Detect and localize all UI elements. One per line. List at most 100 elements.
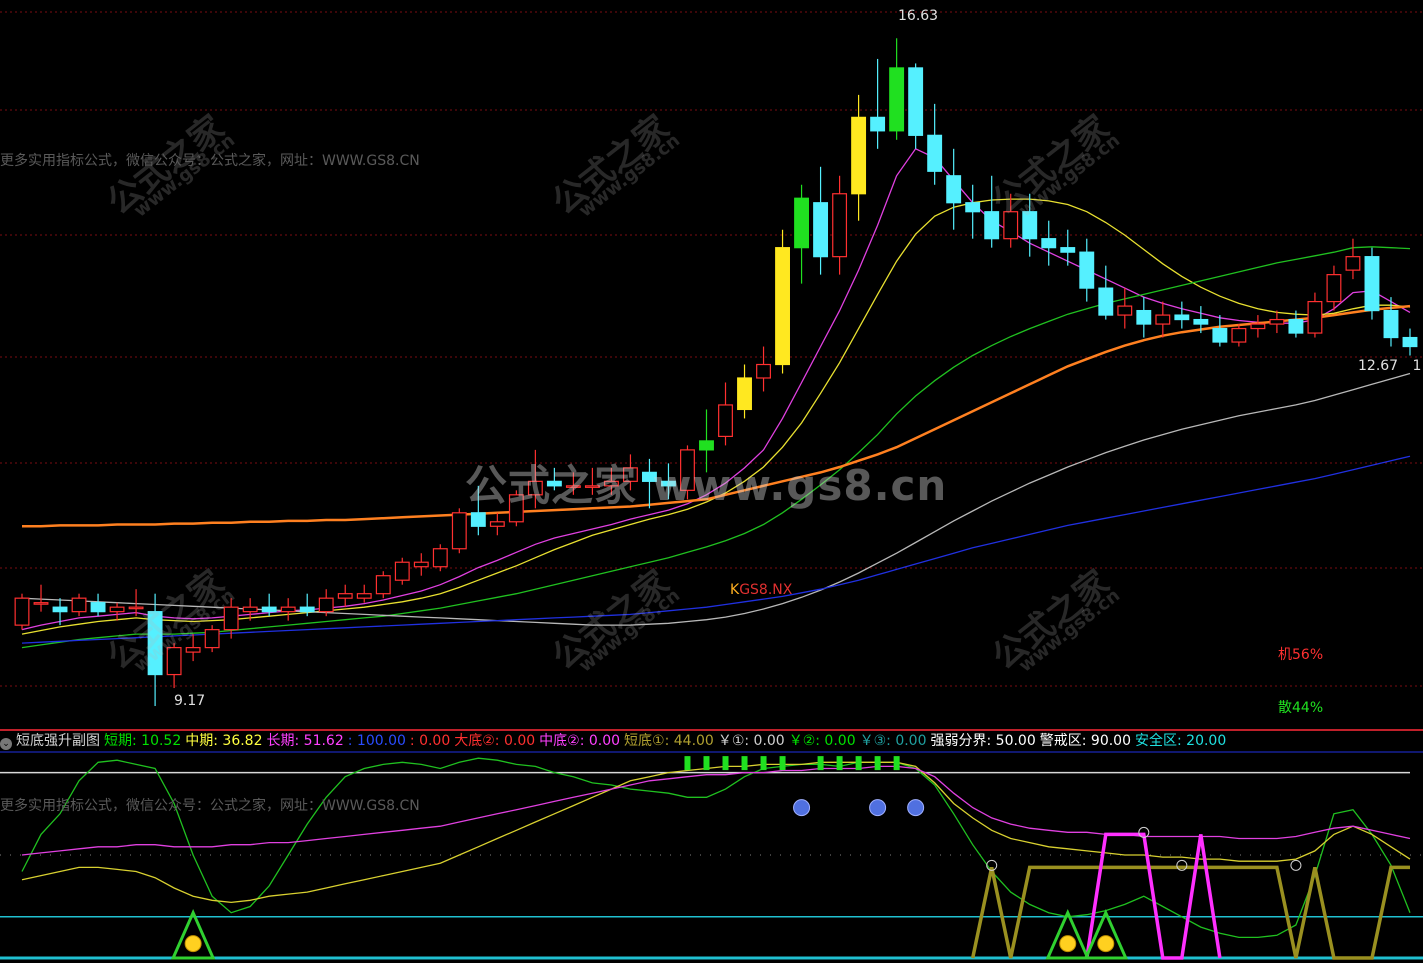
legend-item: 长期: 51.62 xyxy=(266,733,344,749)
candle-body xyxy=(1231,327,1247,343)
candle-body xyxy=(1212,327,1228,343)
candle-body xyxy=(756,363,771,379)
candle-body xyxy=(470,512,486,527)
smiley-face-icon xyxy=(184,935,202,953)
candle-body xyxy=(261,606,277,613)
legend-item: 短底强升副图 xyxy=(16,733,100,749)
candle-body xyxy=(1345,256,1361,271)
candle-body xyxy=(1174,314,1190,321)
price-right-label: 12.67 1 xyxy=(1358,358,1421,374)
sad-face-icon xyxy=(907,799,925,817)
signal-bar xyxy=(855,756,862,771)
ma-line-MA-green xyxy=(21,246,1411,649)
candle-body xyxy=(1288,318,1304,334)
smiley-face-icon xyxy=(1059,935,1077,953)
sad-face-icon xyxy=(869,799,887,817)
price-low-label: 9.17 xyxy=(150,693,205,709)
candle-body xyxy=(318,597,334,613)
candle-body xyxy=(1060,247,1076,253)
indicator-grid xyxy=(0,751,1423,960)
legend-item: ￥②: 0.00 xyxy=(788,733,856,749)
candle-body xyxy=(1307,300,1323,334)
signal-bar xyxy=(874,756,881,771)
candle-body xyxy=(413,561,429,568)
price-high-label: 16.63 xyxy=(882,8,938,24)
legend-item: 大底②: 0.00 xyxy=(454,733,536,749)
candle-body xyxy=(832,193,848,258)
candle-body xyxy=(1079,251,1095,289)
candle-body xyxy=(699,440,714,451)
candle-body xyxy=(870,116,886,132)
legend-item: 短底①: 44.00 xyxy=(624,733,714,749)
candle-body xyxy=(14,597,30,626)
candle-body xyxy=(204,629,220,649)
candle-body xyxy=(1098,287,1114,316)
signal-bar xyxy=(836,756,843,771)
institution-ratio: 机56% xyxy=(1278,647,1324,663)
legend-item: ￥③: 0.00 xyxy=(859,733,927,749)
candle-body xyxy=(1155,314,1171,325)
indicator-menu-icon[interactable]: ⌄ xyxy=(0,738,12,750)
legend-item: : 0.00 xyxy=(409,733,451,749)
price-low-value: 9.17 xyxy=(174,693,206,709)
candle-body xyxy=(965,202,981,213)
candle-body xyxy=(794,197,810,249)
main-panel-note: 更多实用指标公式，微信公众号：公式之家，网址：WWW.GS8.CN xyxy=(0,153,420,169)
candle-body xyxy=(242,606,258,613)
legend-item: 强弱分界: 50.00 xyxy=(930,733,1036,749)
candle-body xyxy=(375,575,391,595)
smiley-face-icon xyxy=(1097,935,1115,953)
price-right-suffix: 1 xyxy=(1412,358,1422,374)
retail-ratio: 散44% xyxy=(1278,700,1324,716)
short-bottom-line xyxy=(970,865,1410,960)
candle-body xyxy=(52,606,68,613)
stock-chart-window: 公式之家 www.gs8.cn 公式之家 www.gs8.cn 公式之家 www… xyxy=(0,0,1423,963)
candle-body xyxy=(984,211,1000,240)
candle-body xyxy=(908,67,924,136)
signal-bar xyxy=(893,756,900,771)
candle-body xyxy=(1269,318,1285,325)
candle-body xyxy=(1326,274,1342,303)
osc-line-中期 xyxy=(21,761,1411,904)
price-high-value: 16.63 xyxy=(898,8,939,24)
candle-body xyxy=(337,593,353,599)
candle-body xyxy=(737,377,752,411)
sad-face-icon xyxy=(793,799,811,817)
k-label: KGS8.NX xyxy=(730,582,792,598)
k-letter: K xyxy=(730,582,740,598)
candle-body xyxy=(33,602,49,605)
candle-body xyxy=(775,247,790,366)
candle-body xyxy=(1364,256,1380,312)
candle-body xyxy=(432,548,448,568)
legend-item: 安全区: 20.00 xyxy=(1135,733,1227,749)
candle-body xyxy=(889,67,905,132)
signal-bar xyxy=(722,756,729,771)
center-watermark: 公式之家 www.gs8.cn xyxy=(465,461,948,510)
signal-bar xyxy=(684,756,691,771)
candle-body xyxy=(394,561,410,581)
candle-body xyxy=(1117,305,1133,316)
candle-body xyxy=(299,606,315,613)
ma-line-MA-yellow xyxy=(21,198,1411,635)
candle-body xyxy=(71,597,87,613)
candle-body xyxy=(946,175,962,204)
candle-body xyxy=(185,647,201,653)
candle-body xyxy=(1136,309,1152,325)
candle-body xyxy=(718,404,733,438)
sub-panel-note: 更多实用指标公式，微信公众号：公式之家，网址：WWW.GS8.CN xyxy=(0,798,420,814)
legend-item: : 100.00 xyxy=(347,733,406,749)
legend-items: 短底强升副图 短期: 10.52 中期: 36.82 长期: 51.62: 100.0… xyxy=(16,733,1230,749)
numbered-marker-icon xyxy=(1290,859,1302,871)
candle-body xyxy=(1383,309,1399,339)
candle-body xyxy=(451,512,467,550)
ma-line-MA-magenta xyxy=(21,147,1411,631)
legend-item: 中底②: 0.00 xyxy=(539,733,621,749)
indicator-legend[interactable]: ⌄ 短底强升副图 短期: 10.52 中期: 36.82 长期: 51.62: 100.… xyxy=(0,731,1423,751)
candle-body xyxy=(1402,336,1418,348)
signal-bar xyxy=(703,756,710,771)
candle-body xyxy=(1193,318,1209,325)
candle-body xyxy=(109,606,125,613)
candle-body xyxy=(1041,238,1057,249)
candle-body xyxy=(356,593,372,599)
signal-bar xyxy=(817,756,824,771)
